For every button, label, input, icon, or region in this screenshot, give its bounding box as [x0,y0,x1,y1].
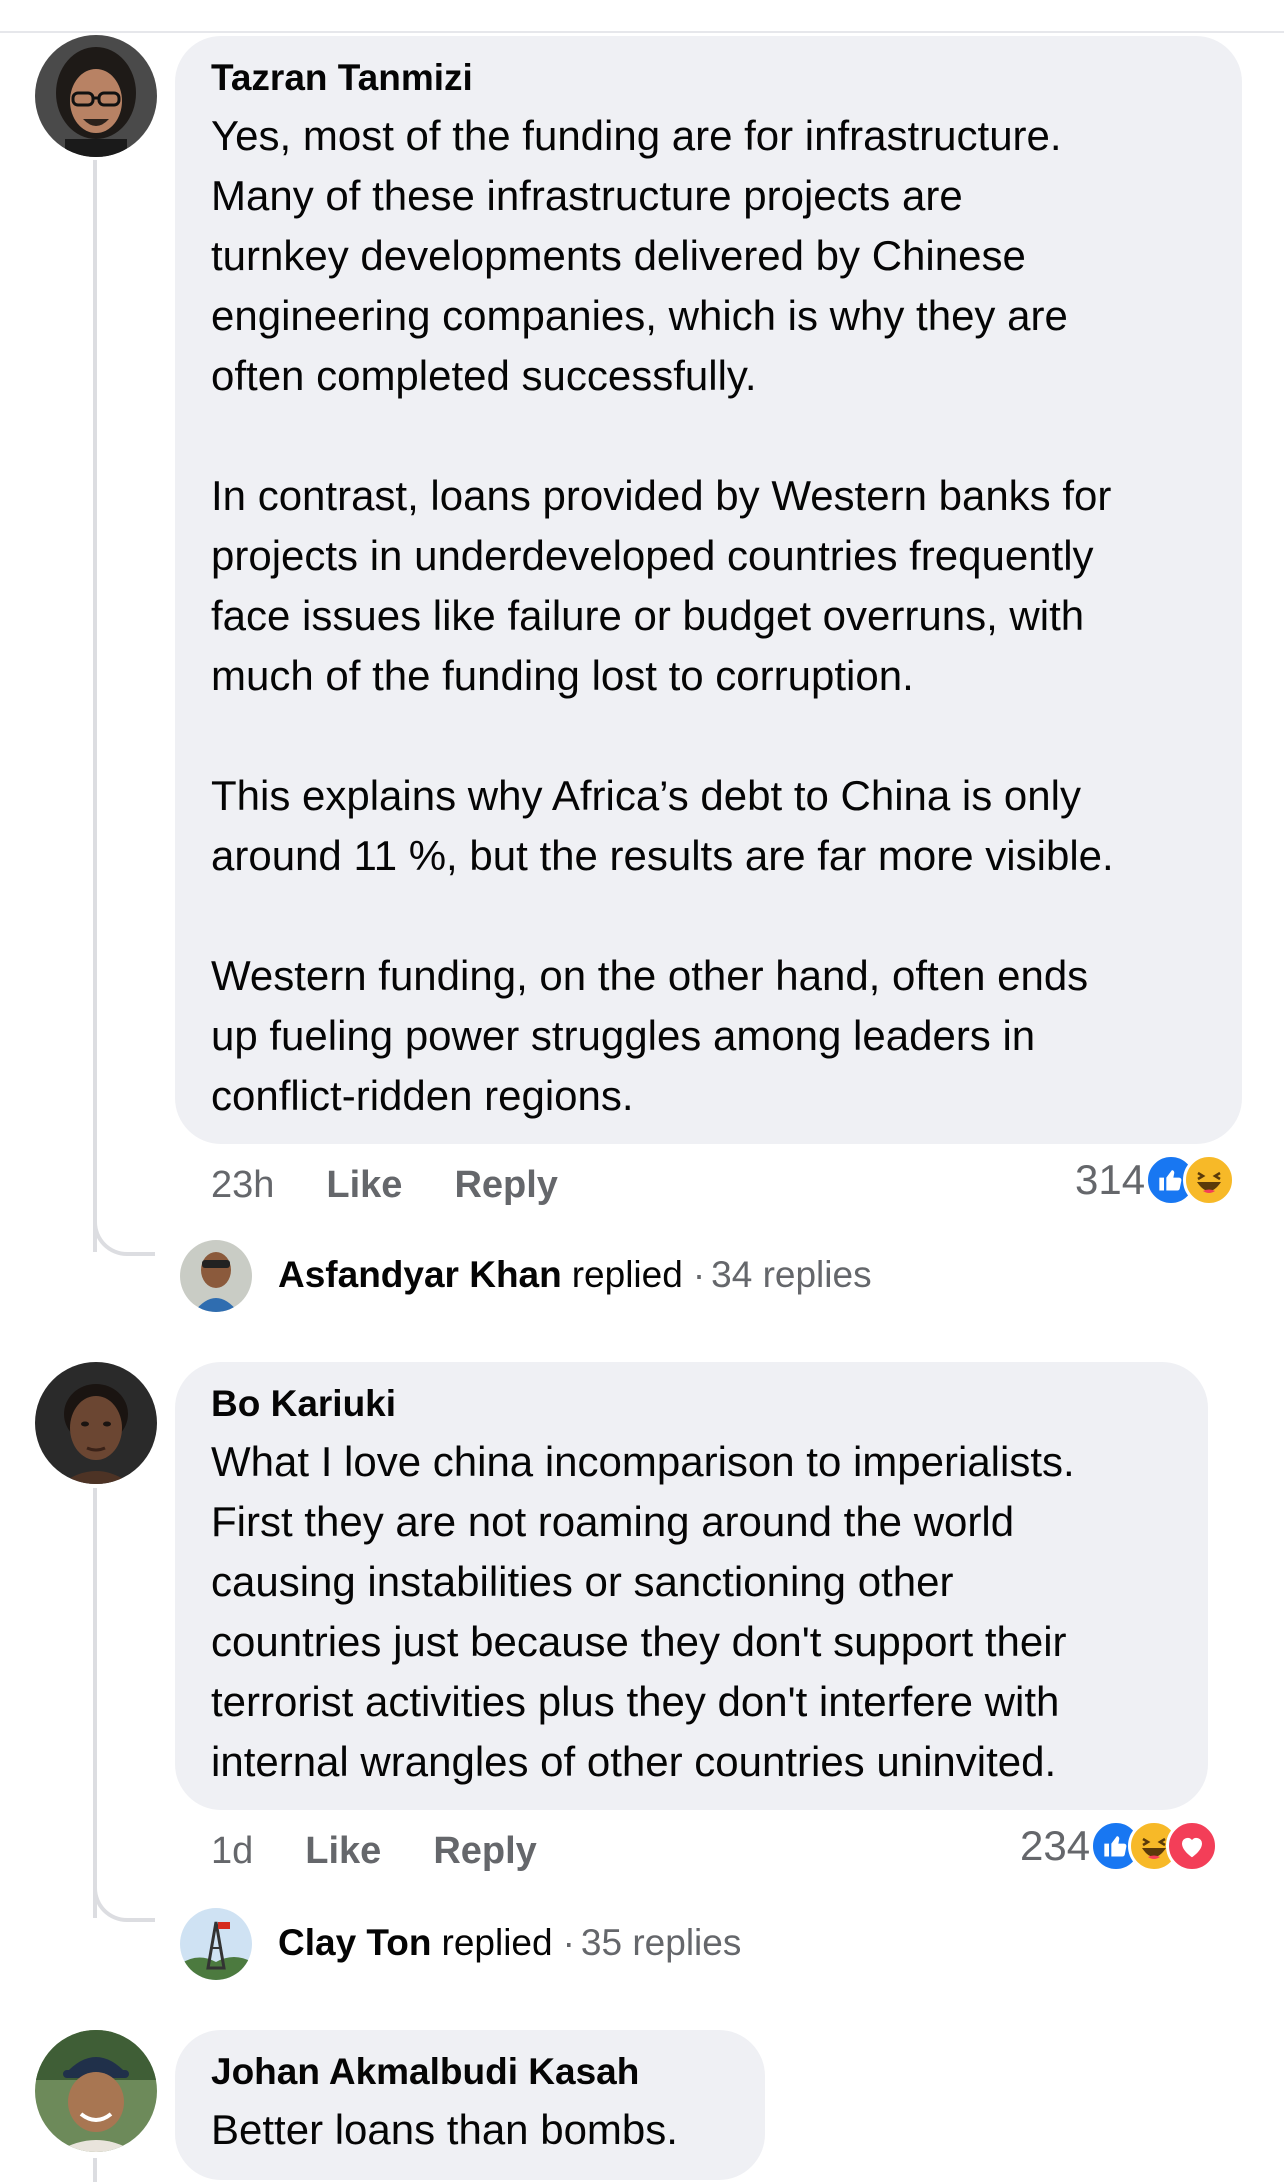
comment-author[interactable]: Tazran Tanmizi [211,56,1206,100]
comment-text: Yes, most of the funding are for infrast… [211,112,1114,1119]
comment-timestamp[interactable]: 23h [211,1164,274,1207]
reply-button[interactable]: Reply [433,1830,536,1873]
love-icon [1166,1820,1219,1872]
reply-connector [93,1846,155,1922]
reply-count: 35 replies [580,1922,742,1963]
comment-author[interactable]: Bo Kariuki [211,1382,1172,1426]
comment-bubble: Tazran Tanmizi Yes, most of the funding … [175,36,1242,1144]
reaction-summary[interactable]: 314 [1075,1154,1236,1206]
view-replies-link[interactable]: Asfandyar Khan replied · 34 replies [278,1250,872,1300]
reply-count: 34 replies [711,1254,872,1295]
thread-line [93,160,97,1252]
replied-label: replied [441,1922,553,1963]
reply-button[interactable]: Reply [454,1164,557,1207]
separator-dot: · [692,1254,706,1295]
thread-line [93,2158,97,2182]
comment-actions: 23h Like Reply [211,1160,558,1210]
avatar[interactable] [35,35,157,157]
avatar[interactable] [35,2030,157,2152]
reply-author: Clay Ton [278,1922,432,1963]
comment-author[interactable]: Johan Akmalbudi Kasah [211,2050,729,2094]
comment-bubble: Bo Kariuki What I love china incompariso… [175,1362,1208,1810]
reply-connector [93,1180,155,1256]
view-replies-link[interactable]: Clay Ton replied · 35 replies [278,1918,741,1968]
reply-author: Asfandyar Khan [278,1254,562,1295]
reaction-count: 314 [1075,1156,1146,1203]
replied-label: replied [571,1254,683,1295]
comment-actions: 1d Like Reply [211,1826,537,1876]
comment-bubble: Johan Akmalbudi Kasah Better loans than … [175,2030,765,2180]
like-button[interactable]: Like [326,1164,402,1207]
reply-avatar[interactable] [180,1908,252,1980]
separator-dot: · [562,1922,575,1963]
top-divider [0,0,1284,33]
comment-text: Better loans than bombs. [211,2106,678,2153]
reaction-summary[interactable]: 234 [1020,1820,1219,1872]
reply-avatar[interactable] [180,1240,252,1312]
comment-text: What I love china incomparison to imperi… [211,1438,1075,1785]
like-button[interactable]: Like [305,1830,381,1873]
comment-timestamp[interactable]: 1d [211,1830,253,1873]
haha-icon [1183,1154,1236,1206]
avatar[interactable] [35,1362,157,1484]
reaction-count: 234 [1020,1822,1091,1869]
